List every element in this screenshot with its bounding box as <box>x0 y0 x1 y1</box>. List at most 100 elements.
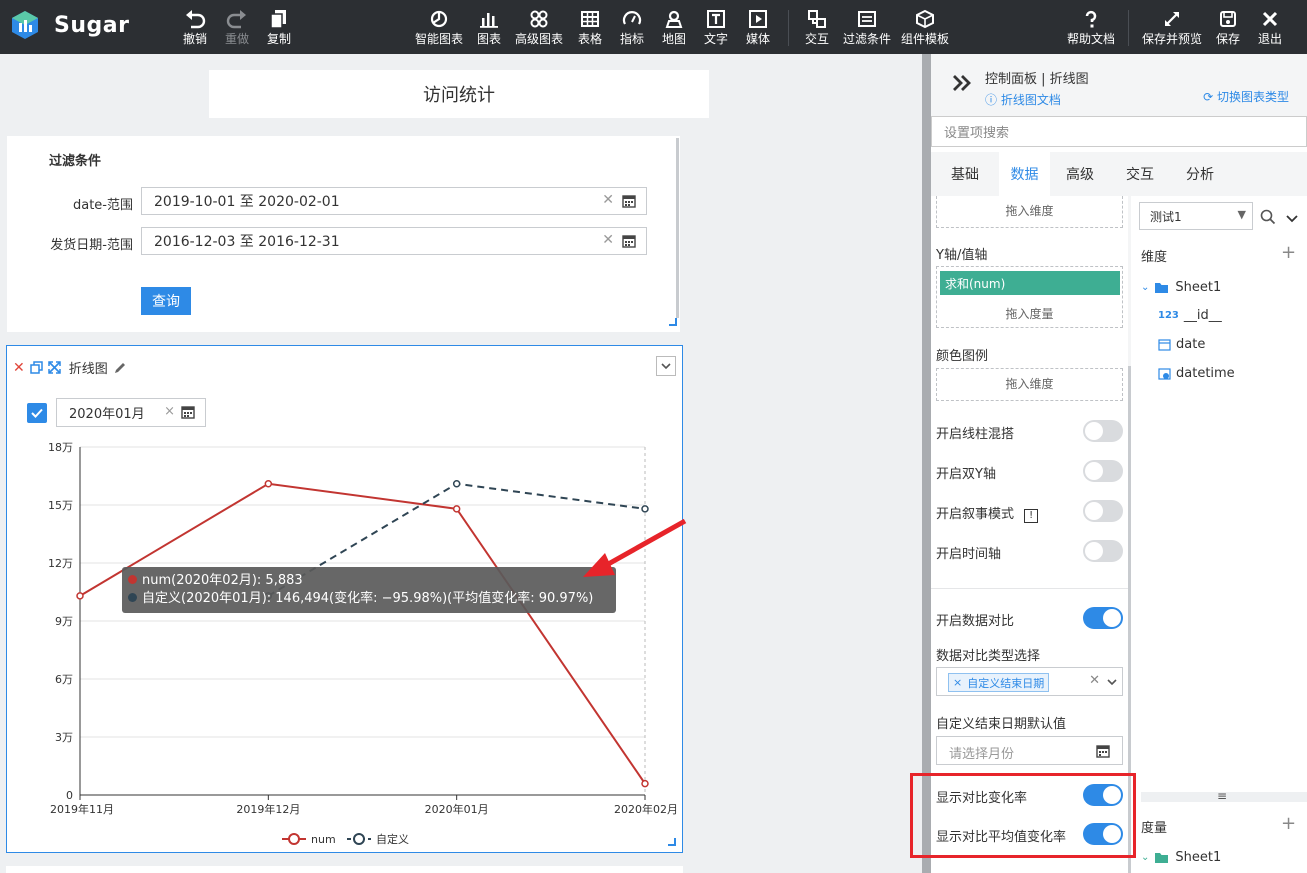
exit-button[interactable]: 退出 <box>1258 8 1282 50</box>
caret-down-icon: ▼ <box>1237 208 1246 221</box>
next-component[interactable] <box>6 866 683 873</box>
measure-sheet-tree-item[interactable]: ⌄ Sheet1 <box>1141 850 1221 865</box>
calendar-icon[interactable] <box>622 194 636 208</box>
help-doc-button[interactable]: 帮助文档 <box>1067 8 1115 50</box>
control-panel: 控制面板 | 折线图 ⓘ 折线图文档 ⟳ 切换图表类型 设置项搜索 基础 数据 … <box>931 54 1307 873</box>
smart-chart-icon <box>430 10 448 28</box>
resize-handle[interactable] <box>669 318 677 326</box>
tab-data[interactable]: 数据 <box>999 152 1050 196</box>
data-point <box>76 592 84 600</box>
top-toolbar: Sugar 撤销 重做 复制 智能图表 图表 高级图表 表格 指标 地图 文字 <box>0 0 1307 54</box>
sheet-tree-item[interactable]: ⌄ Sheet1 <box>1141 280 1221 295</box>
filter-component[interactable]: 过滤条件 date-范围 2019-10-01 至 2020-02-01 ✕ 发… <box>7 136 680 332</box>
data-settings-column: 拖入维度 Y轴/值轴 拖入度量 求和(num) 颜色图例 拖入维度 开启线柱混搭… <box>931 196 1132 873</box>
legend-label: num <box>311 833 336 846</box>
toolbar-separator <box>1128 10 1129 46</box>
clear-icon[interactable]: ✕ <box>1089 673 1100 688</box>
field-id[interactable]: 123 __id__ <box>1158 308 1222 323</box>
resize-handle[interactable] <box>668 838 676 846</box>
brand-name: Sugar <box>54 12 130 38</box>
map-button[interactable]: 地图 <box>662 8 686 50</box>
chevron-down-icon[interactable] <box>1286 214 1298 223</box>
drag-handle-icon: ≡ <box>1217 789 1228 803</box>
tab-basic[interactable]: 基础 <box>931 152 999 196</box>
question-icon <box>1085 10 1097 28</box>
clear-icon[interactable]: ✕ <box>602 192 614 208</box>
tab-interact[interactable]: 交互 <box>1110 152 1170 196</box>
ship-date-range-input[interactable]: 2016-12-03 至 2016-12-31 ✕ <box>141 227 647 255</box>
table-icon <box>581 11 599 27</box>
filter-button[interactable]: 过滤条件 <box>843 8 891 50</box>
save-button[interactable]: 保存 <box>1216 8 1240 50</box>
section-resize-handle[interactable]: ≡ <box>1141 789 1307 803</box>
calendar-icon[interactable] <box>1096 744 1110 758</box>
query-button[interactable]: 查询 <box>141 287 191 315</box>
smart-chart-button[interactable]: 智能图表 <box>415 8 463 50</box>
media-button[interactable]: 媒体 <box>746 8 770 50</box>
component-template-button[interactable]: 组件模板 <box>901 8 949 50</box>
tab-analysis[interactable]: 分析 <box>1170 152 1230 196</box>
field-list-column: 测试1 ▼ 维度 + ⌄ Sheet1 123 __id__ date date… <box>1131 196 1307 873</box>
copy-button[interactable]: 复制 <box>267 8 291 50</box>
dashboard-title[interactable]: 访问统计 <box>209 70 709 118</box>
timeline-toggle[interactable] <box>1083 540 1123 562</box>
filter-icon <box>858 11 876 27</box>
measure-chip-sum-num[interactable]: 求和(num) <box>940 271 1120 295</box>
panel-tabs: 基础 数据 高级 交互 分析 <box>931 152 1307 196</box>
advanced-chart-button[interactable]: 高级图表 <box>515 8 563 50</box>
end-date-default-label: 自定义结束日期默认值 <box>936 717 1067 732</box>
field-datetime[interactable]: datetime <box>1158 366 1235 381</box>
settings-search-input[interactable]: 设置项搜索 <box>931 116 1307 147</box>
compare-type-select[interactable]: × 自定义结束日期 ✕ <box>936 667 1123 696</box>
dimension-section-label: 维度 <box>1141 250 1168 265</box>
indicator-button[interactable]: 指标 <box>620 8 644 50</box>
color-legend-label: 颜色图例 <box>936 349 989 364</box>
folder-open-icon <box>1155 852 1169 863</box>
mix-line-bar-toggle[interactable] <box>1083 420 1123 442</box>
line-chart-doc-link[interactable]: ⓘ 折线图文档 <box>985 91 1061 108</box>
date-range-input[interactable]: 2019-10-01 至 2020-02-01 ✕ <box>141 187 647 215</box>
media-icon <box>749 10 767 28</box>
filter-scrollbar[interactable] <box>676 138 679 318</box>
tag-remove-icon[interactable]: × <box>953 676 962 689</box>
redo-button[interactable]: 重做 <box>225 8 249 50</box>
floppy-icon <box>1220 11 1236 27</box>
compare-type-tag: × 自定义结束日期 <box>948 673 1050 692</box>
panel-title: 控制面板 | 折线图 <box>985 72 1089 87</box>
month-select-input[interactable]: 请选择月份 <box>936 736 1123 765</box>
add-dimension-icon[interactable]: + <box>1281 242 1296 263</box>
switch-chart-type-link[interactable]: ⟳ 切换图表类型 <box>1203 88 1289 105</box>
tab-advanced[interactable]: 高级 <box>1050 152 1110 196</box>
chevron-down-icon[interactable] <box>1107 678 1117 686</box>
color-drop-zone[interactable]: 拖入维度 <box>936 368 1123 401</box>
data-compare-toggle[interactable] <box>1083 607 1123 629</box>
save-preview-button[interactable]: 保存并预览 <box>1142 8 1202 50</box>
series-dot <box>128 575 137 584</box>
text-button[interactable]: 文字 <box>704 8 728 50</box>
interact-button[interactable]: 交互 <box>805 8 829 50</box>
undo-button[interactable]: 撤销 <box>183 8 207 50</box>
chart-button[interactable]: 图表 <box>477 8 501 50</box>
compare-type-label: 数据对比类型选择 <box>936 649 1041 664</box>
field-date[interactable]: date <box>1158 337 1205 352</box>
divider <box>931 588 1128 589</box>
search-icon[interactable] <box>1260 209 1276 225</box>
dataset-select[interactable]: 测试1 ▼ <box>1139 202 1253 230</box>
series-line-0 <box>79 482 646 785</box>
dimension-drop-zone[interactable]: 拖入维度 <box>936 196 1123 228</box>
timeline-label: 开启时间轴 <box>936 547 1002 562</box>
copy-icon <box>270 10 286 29</box>
expand-icon <box>1165 12 1179 26</box>
info-icon[interactable]: ! <box>1024 509 1039 523</box>
question-circle-icon: ⓘ <box>985 93 998 107</box>
add-measure-icon[interactable]: + <box>1281 813 1296 834</box>
panel-splitter[interactable] <box>922 54 931 873</box>
dual-y-axis-toggle[interactable] <box>1083 460 1123 482</box>
calendar-icon[interactable] <box>622 234 636 248</box>
story-mode-toggle[interactable] <box>1083 500 1123 522</box>
data-compare-label: 开启数据对比 <box>936 614 1015 629</box>
data-point <box>264 479 273 488</box>
table-button[interactable]: 表格 <box>578 8 602 50</box>
double-chevron-right-icon[interactable] <box>951 74 973 92</box>
clear-icon[interactable]: ✕ <box>602 232 614 248</box>
